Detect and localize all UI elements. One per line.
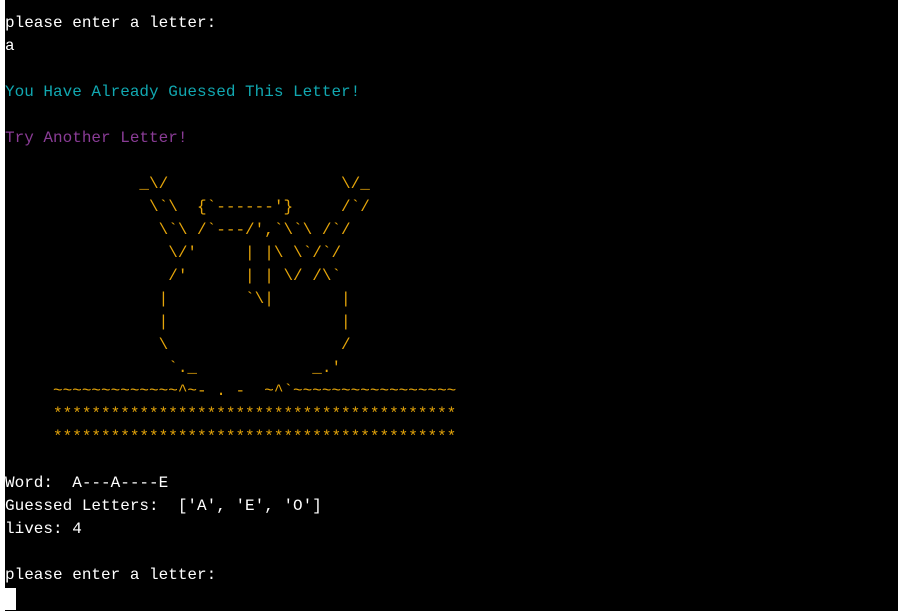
input-prompt: please enter a letter: xyxy=(5,14,217,32)
try-another-message: Try Another Letter! xyxy=(5,129,188,147)
ascii-art-line: | | xyxy=(5,313,351,331)
terminal-window[interactable]: please enter a letter: a You Have Alread… xyxy=(5,0,898,611)
ascii-art-line: ****************************************… xyxy=(5,428,457,446)
word-display: Word: A---A----E xyxy=(5,474,169,492)
user-input-echo: a xyxy=(5,37,15,55)
ascii-art-line: \ / xyxy=(5,336,351,354)
ascii-art-line: ****************************************… xyxy=(5,405,457,423)
lives-display: lives: 4 xyxy=(5,520,82,538)
guessed-letters-display: Guessed Letters: ['A', 'E', 'O'] xyxy=(5,497,322,515)
terminal-cursor[interactable] xyxy=(5,588,16,610)
input-prompt: please enter a letter: xyxy=(5,566,217,584)
ascii-art-line: /' | | \/ /\` xyxy=(5,267,342,285)
ascii-art-line: _\/ \/_ xyxy=(5,175,370,193)
ascii-art-line: \/' | |\ \`/`/ xyxy=(5,244,342,262)
ascii-art-line: \`\ {`------'} /`/ xyxy=(5,198,370,216)
ascii-art-line: | `\| | xyxy=(5,290,351,308)
ascii-art-line: \`\ /`---/',`\`\ /`/ xyxy=(5,221,351,239)
ascii-art-line: ~~~~~~~~~~~~~^~- . - ~^`~~~~~~~~~~~~~~~~… xyxy=(5,382,457,400)
already-guessed-message: You Have Already Guessed This Letter! xyxy=(5,83,361,101)
ascii-art-line: `._ _.' xyxy=(5,359,342,377)
